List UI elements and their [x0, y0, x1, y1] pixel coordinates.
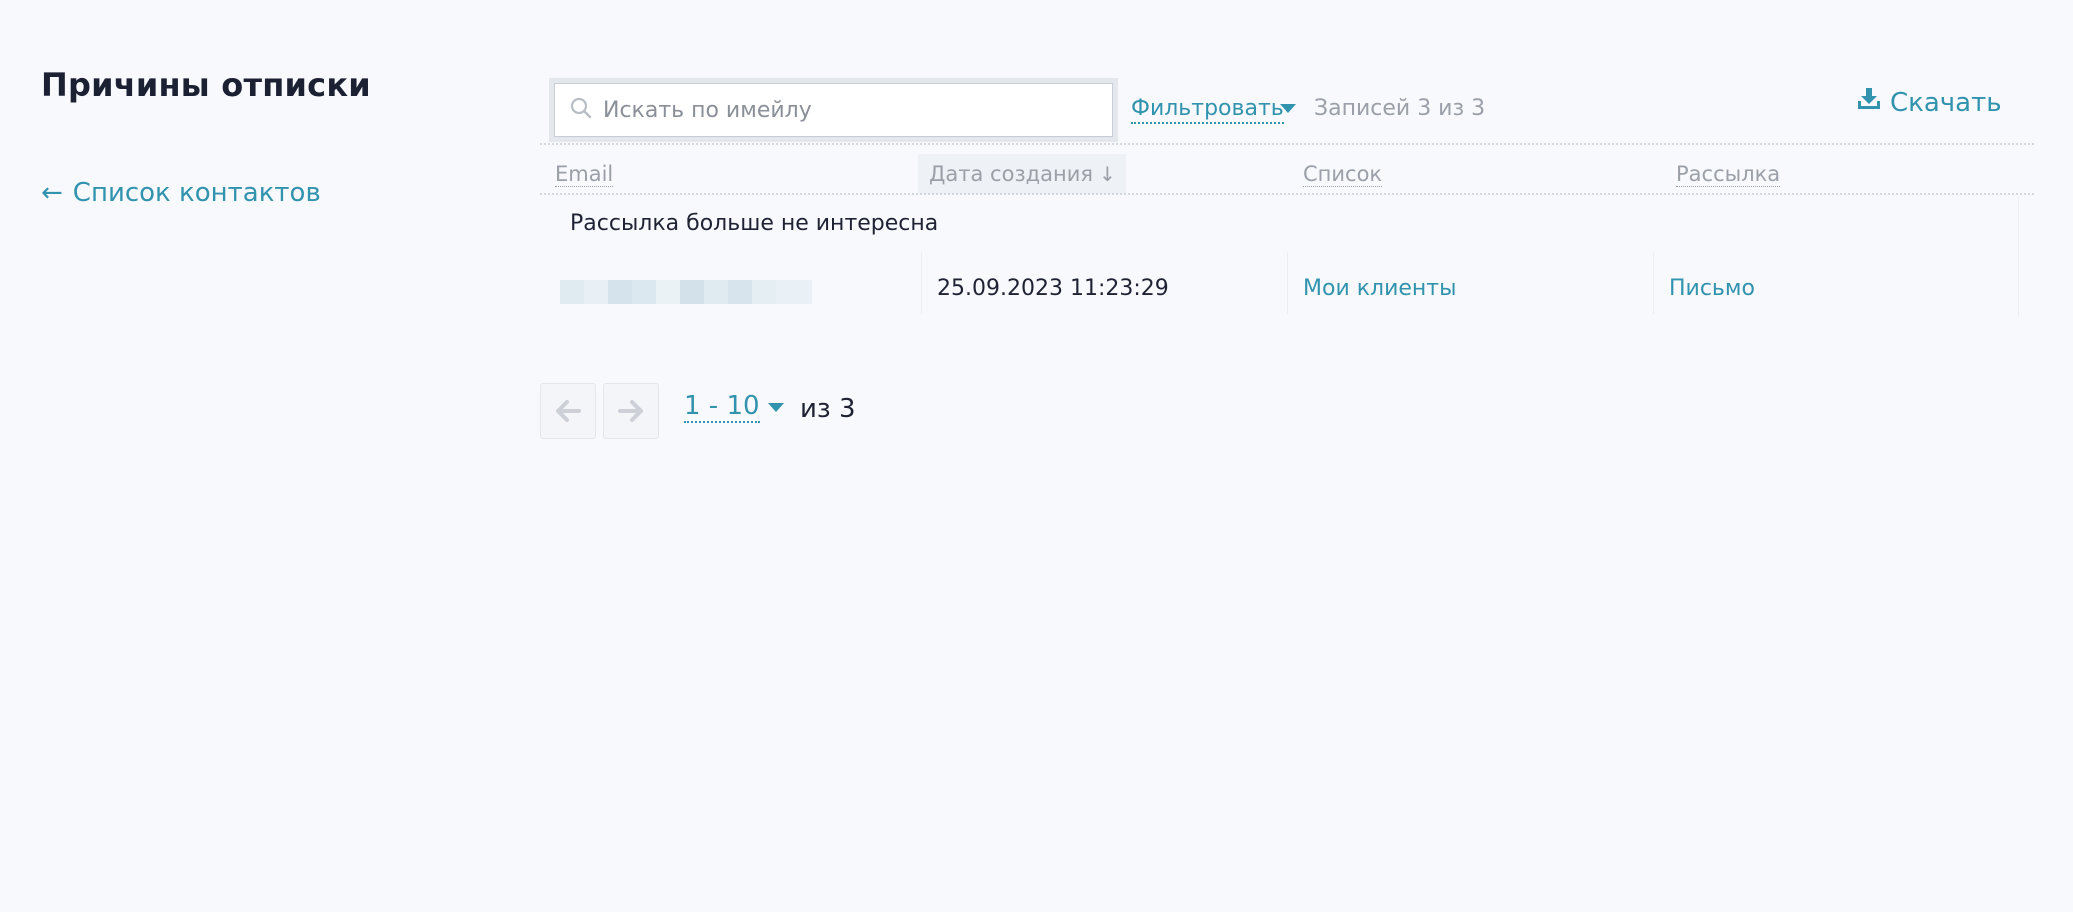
email-redacted — [560, 280, 812, 304]
created-date-cell: 25.09.2023 11:23:29 — [937, 276, 1169, 301]
table-header-divider — [540, 193, 2034, 195]
arrow-left-icon — [556, 400, 581, 422]
back-link-label: Список контактов — [72, 178, 321, 208]
campaign-link[interactable]: Письмо — [1669, 276, 1755, 301]
page-title: Причины отписки — [41, 66, 371, 104]
back-to-contacts-link[interactable]: ← Список контактов — [41, 178, 321, 208]
download-icon — [1856, 86, 1882, 119]
next-page-button[interactable] — [603, 383, 659, 439]
filter-button[interactable]: Фильтровать — [1131, 96, 1284, 124]
page-size-value: 1 - 10 — [684, 391, 760, 423]
search-container — [549, 78, 1118, 142]
download-label: Скачать — [1890, 87, 2002, 118]
column-header-created-date-label: Дата создания — [929, 162, 1094, 186]
search-input[interactable] — [603, 97, 1083, 123]
column-header-email[interactable]: Email — [555, 162, 614, 188]
filter-label: Фильтровать — [1131, 96, 1284, 121]
list-link[interactable]: Мои клиенты — [1303, 276, 1456, 301]
page: Причины отписки ← Список контактов Фильт… — [0, 0, 2073, 912]
prev-page-button[interactable] — [540, 383, 596, 439]
group-label: Рассылка больше не интересна — [570, 211, 939, 236]
search-field[interactable] — [554, 83, 1113, 137]
download-button[interactable]: Скачать — [1856, 86, 2002, 119]
records-count: Записей 3 из 3 — [1314, 96, 1486, 121]
column-header-campaign[interactable]: Рассылка — [1676, 162, 1781, 188]
chevron-down-icon[interactable] — [1280, 104, 1296, 113]
pagination-total: из 3 — [800, 394, 856, 424]
column-header-created-date[interactable]: Дата создания ↓ — [929, 162, 1116, 186]
column-separator — [1287, 252, 1288, 314]
page-size-select[interactable]: 1 - 10 — [684, 392, 784, 423]
arrow-left-icon: ← — [41, 178, 63, 208]
column-separator — [1653, 252, 1654, 314]
sort-down-icon: ↓ — [1099, 162, 1116, 186]
arrow-right-icon — [618, 400, 643, 422]
column-separator — [921, 252, 922, 314]
chevron-down-icon — [767, 402, 784, 412]
column-header-list[interactable]: Список — [1303, 162, 1383, 188]
search-icon — [569, 96, 593, 124]
table-top-divider — [540, 143, 2034, 145]
